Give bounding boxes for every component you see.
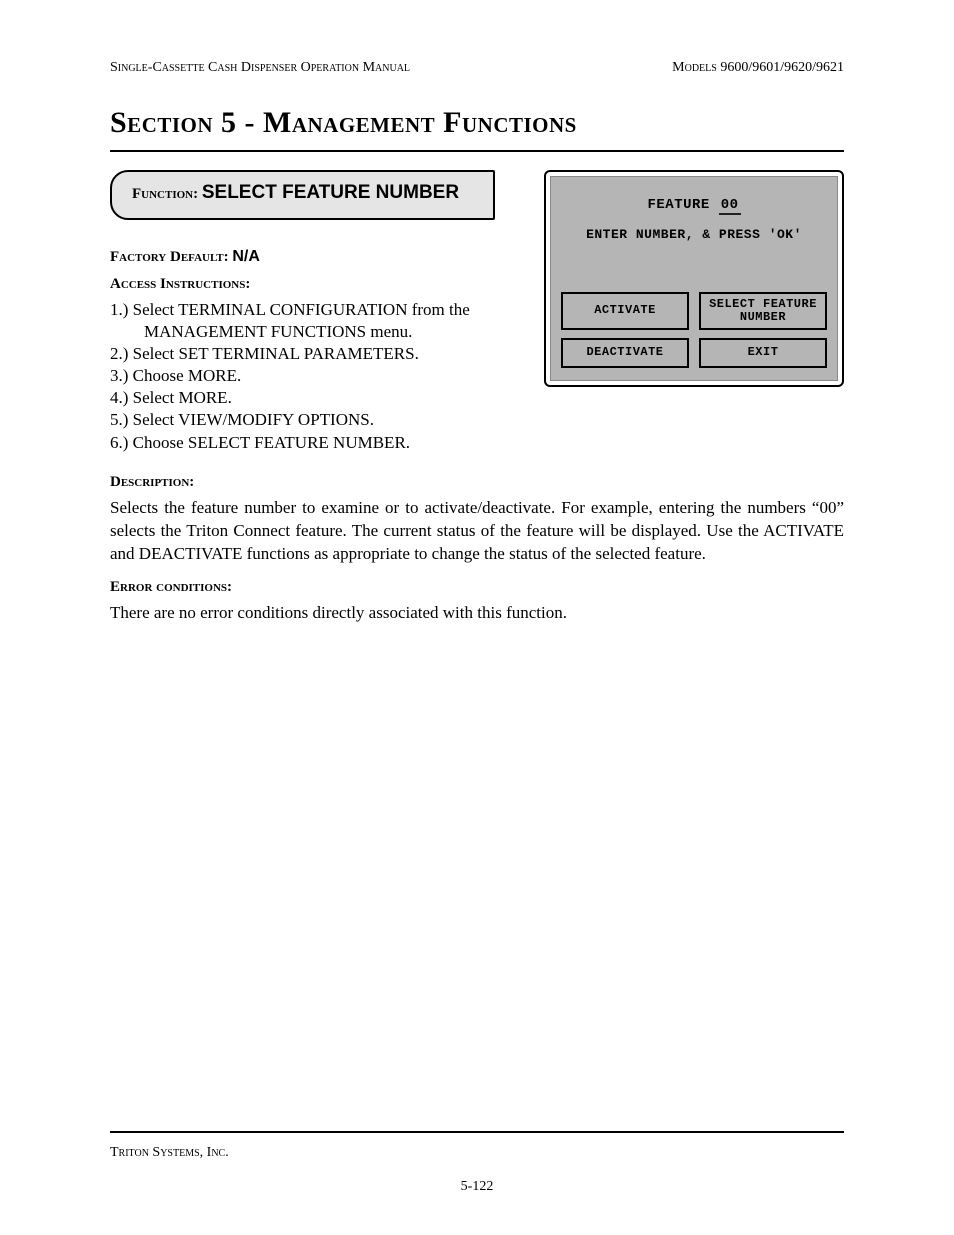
access-instructions-label: Access Instructions:: [110, 276, 526, 293]
list-item: 3.) Choose MORE.: [110, 365, 526, 387]
factory-default-label: Factory Default:: [110, 249, 232, 265]
list-item: 1.) Select TERMINAL CONFIGURATION from t…: [110, 299, 526, 343]
screen-prompt: ENTER NUMBER, & PRESS 'OK': [561, 227, 827, 242]
header-left: Single-Cassette Cash Dispenser Operation…: [110, 60, 410, 76]
function-label: Function:: [132, 186, 202, 202]
screen-feature-line: FEATURE 00: [561, 197, 827, 213]
running-header: Single-Cassette Cash Dispenser Operation…: [110, 60, 844, 76]
factory-default-value: N/A: [232, 248, 260, 265]
description-label: Description:: [110, 474, 844, 491]
access-steps: 1.) Select TERMINAL CONFIGURATION from t…: [110, 299, 526, 454]
function-name: SELECT FEATURE NUMBER: [202, 182, 459, 203]
header-right: Models 9600/9601/9620/9621: [672, 60, 844, 76]
footer: Triton Systems, Inc. 5-122: [110, 1131, 844, 1195]
deactivate-button[interactable]: DEACTIVATE: [561, 338, 689, 368]
activate-button[interactable]: ACTIVATE: [561, 292, 689, 330]
section-title: Section 5 - Management Functions: [110, 106, 844, 140]
function-tab: Function: SELECT FEATURE NUMBER: [110, 170, 495, 220]
title-rule: [110, 150, 844, 152]
list-item: 4.) Select MORE.: [110, 387, 526, 409]
atm-screen-illustration: FEATURE 00 ENTER NUMBER, & PRESS 'OK' AC…: [544, 170, 844, 387]
footer-rule: [110, 1131, 844, 1133]
list-item: 2.) Select SET TERMINAL PARAMETERS.: [110, 343, 526, 365]
error-conditions-text: There are no error conditions directly a…: [110, 602, 844, 625]
screen-feature-value: 00: [719, 197, 741, 215]
description-text: Selects the feature number to examine or…: [110, 497, 844, 566]
select-feature-number-button[interactable]: SELECT FEATURE NUMBER: [699, 292, 827, 330]
list-item: 6.) Choose SELECT FEATURE NUMBER.: [110, 432, 526, 454]
page-number: 5-122: [110, 1179, 844, 1195]
footer-company: Triton Systems, Inc.: [110, 1145, 844, 1161]
list-item: 5.) Select VIEW/MODIFY OPTIONS.: [110, 409, 526, 431]
exit-button[interactable]: EXIT: [699, 338, 827, 368]
factory-default-line: Factory Default: N/A: [110, 248, 526, 266]
error-conditions-label: Error conditions:: [110, 579, 844, 596]
screen-feature-label: FEATURE: [647, 197, 718, 213]
